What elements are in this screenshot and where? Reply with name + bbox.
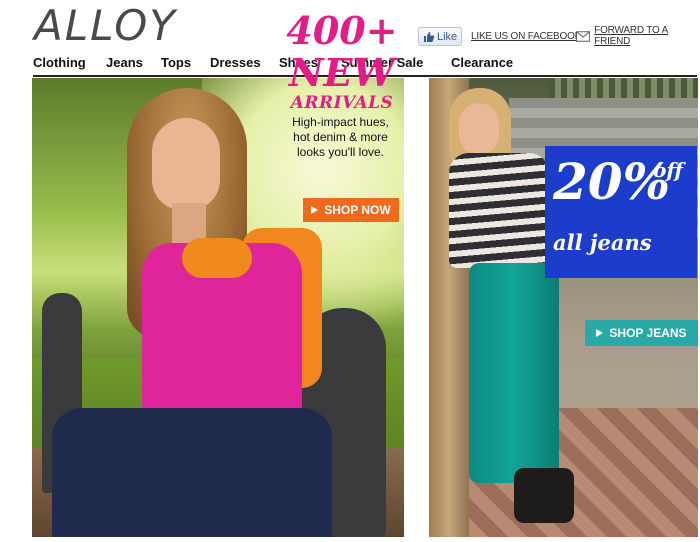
nav-item-jeans[interactable]: Jeans (106, 55, 143, 70)
play-triangle-icon (311, 206, 319, 214)
nav-item-clothing[interactable]: Clothing (33, 55, 86, 70)
nav-item-clearance[interactable]: Clearance (451, 55, 513, 70)
copy-line: High-impact hues, (292, 115, 389, 129)
model-orange-yoke (182, 238, 252, 278)
jeans-discount-badge: 20% off all jeans (545, 146, 697, 278)
copy-line: hot denim & more (293, 130, 388, 144)
model-teal-jeans (469, 263, 559, 483)
envelope-icon (576, 30, 591, 42)
copy-line: looks you'll love. (297, 145, 384, 159)
discount-subject: all jeans (553, 230, 652, 255)
headline-new: NEW (288, 50, 396, 95)
brand-logo[interactable]: ALLOY (34, 4, 177, 48)
model-face (152, 118, 220, 210)
new-arrivals-headline: 400+ NEW ARRIVALS (282, 8, 402, 113)
shop-now-button[interactable]: SHOP NOW (303, 198, 399, 222)
shop-jeans-label: SHOP JEANS (609, 326, 687, 340)
forward-to-friend-link[interactable]: FORWARD TO A FRIEND (576, 25, 700, 47)
discount-off: off (653, 158, 683, 182)
headline-arrivals: ARRIVALS (290, 93, 394, 113)
model-face (459, 103, 499, 155)
model-dark-jeans (52, 408, 332, 537)
model-black-boots (514, 468, 574, 523)
facebook-like-button[interactable]: Like (418, 27, 462, 46)
nav-item-dresses[interactable]: Dresses (210, 55, 261, 70)
new-arrivals-copy: High-impact hues, hot denim & more looks… (283, 115, 398, 160)
forward-to-friend-label: FORWARD TO A FRIEND (594, 25, 669, 47)
headline-number: 400+ (286, 8, 398, 53)
thumbs-up-icon (424, 31, 435, 42)
model-striped-top (449, 153, 549, 268)
like-us-on-facebook-link[interactable]: LIKE US ON FACEBOOK (471, 27, 581, 45)
nav-item-tops[interactable]: Tops (161, 55, 191, 70)
like-label: Like (437, 30, 458, 43)
play-triangle-icon (596, 329, 604, 337)
shop-jeans-button[interactable]: SHOP JEANS (585, 320, 698, 346)
shop-now-label: SHOP NOW (324, 203, 391, 217)
